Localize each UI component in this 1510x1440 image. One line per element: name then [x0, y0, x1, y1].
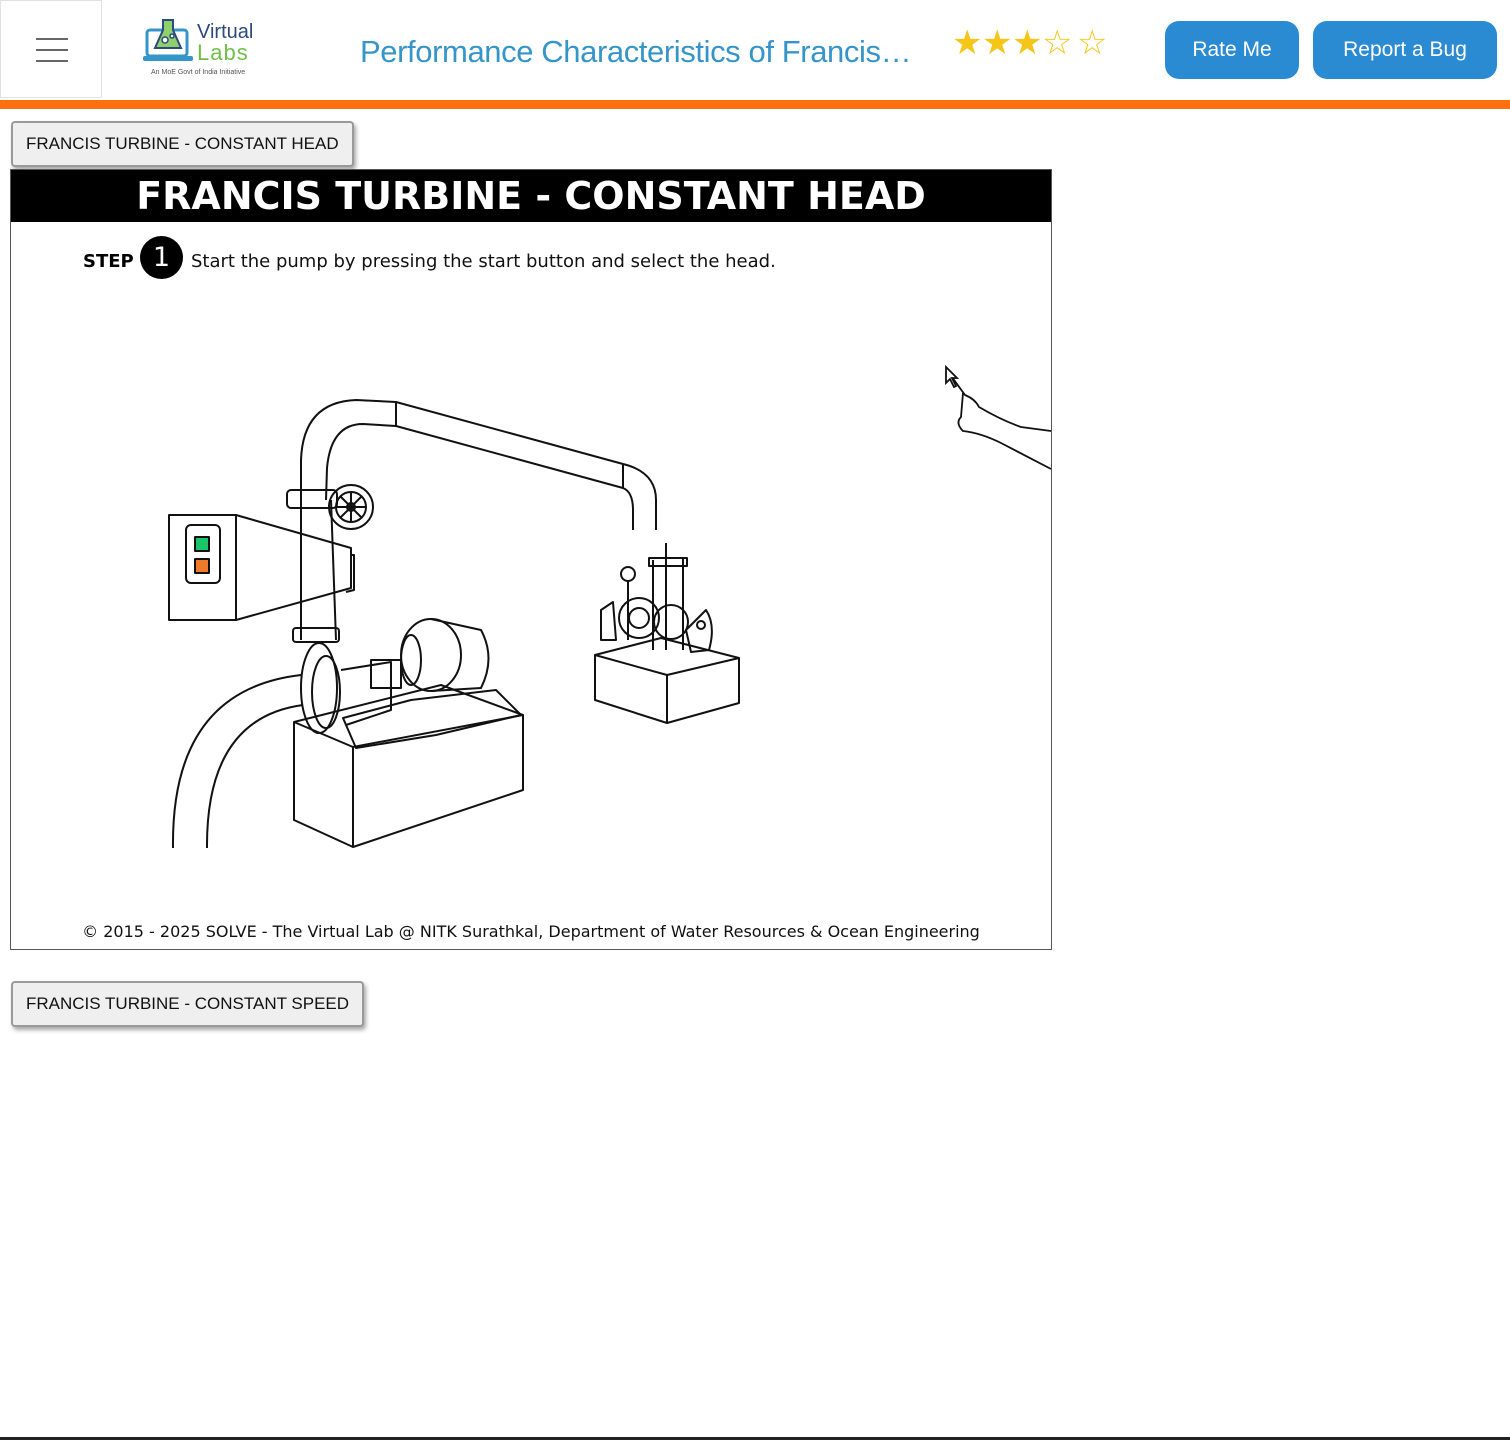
pump-base	[293, 684, 524, 848]
menu-button[interactable]	[0, 0, 102, 98]
star-filled-icon[interactable]: ★	[952, 26, 982, 60]
star-filled-icon[interactable]: ★	[1012, 26, 1042, 60]
star-empty-icon[interactable]: ☆	[1042, 26, 1072, 60]
start-button[interactable]	[194, 536, 210, 552]
suction-hose	[171, 674, 304, 849]
hamburger-menu-icon	[36, 38, 68, 40]
turbine-unit	[600, 543, 713, 653]
star-empty-icon[interactable]: ☆	[1077, 26, 1107, 60]
header-accent-bar	[0, 100, 1510, 109]
hamburger-line	[36, 60, 68, 62]
copyright-notice: © 2015 - 2025 SOLVE - The Virtual Lab @ …	[82, 922, 980, 941]
page-title: Performance Characteristics of Francis…	[360, 34, 912, 69]
pump-motor-unit	[300, 618, 522, 749]
star-filled-icon[interactable]: ★	[982, 26, 1012, 60]
vertical-pipe	[300, 499, 337, 641]
turbine-base	[594, 637, 740, 724]
rate-me-button[interactable]: Rate Me	[1165, 21, 1299, 79]
pump-turbine-apparatus	[168, 399, 740, 849]
logo-text-labs: Labs	[197, 40, 249, 65]
valve-wheel	[328, 484, 374, 530]
constant-speed-button[interactable]: FRANCIS TURBINE - CONSTANT SPEED	[11, 981, 365, 1027]
mouse-cursor-icon	[945, 365, 960, 389]
report-bug-button[interactable]: Report a Bug	[1313, 21, 1497, 79]
hamburger-line	[36, 49, 68, 51]
virtual-labs-logo[interactable]: Virtual Labs An MoE Govt of India Initia…	[143, 16, 263, 82]
simulation-panel: FRANCIS TURBINE - CONSTANT HEAD STEP 1 S…	[10, 169, 1052, 950]
constant-head-button[interactable]: FRANCIS TURBINE - CONSTANT HEAD	[11, 121, 354, 167]
logo-tagline: An MoE Govt of India Initiative	[151, 69, 246, 76]
flask-laptop-icon	[143, 19, 193, 61]
stop-button[interactable]	[194, 558, 210, 574]
control-box[interactable]	[168, 514, 355, 621]
header: Virtual Labs An MoE Govt of India Initia…	[0, 0, 1510, 100]
pointing-hand-icon	[945, 365, 1051, 470]
